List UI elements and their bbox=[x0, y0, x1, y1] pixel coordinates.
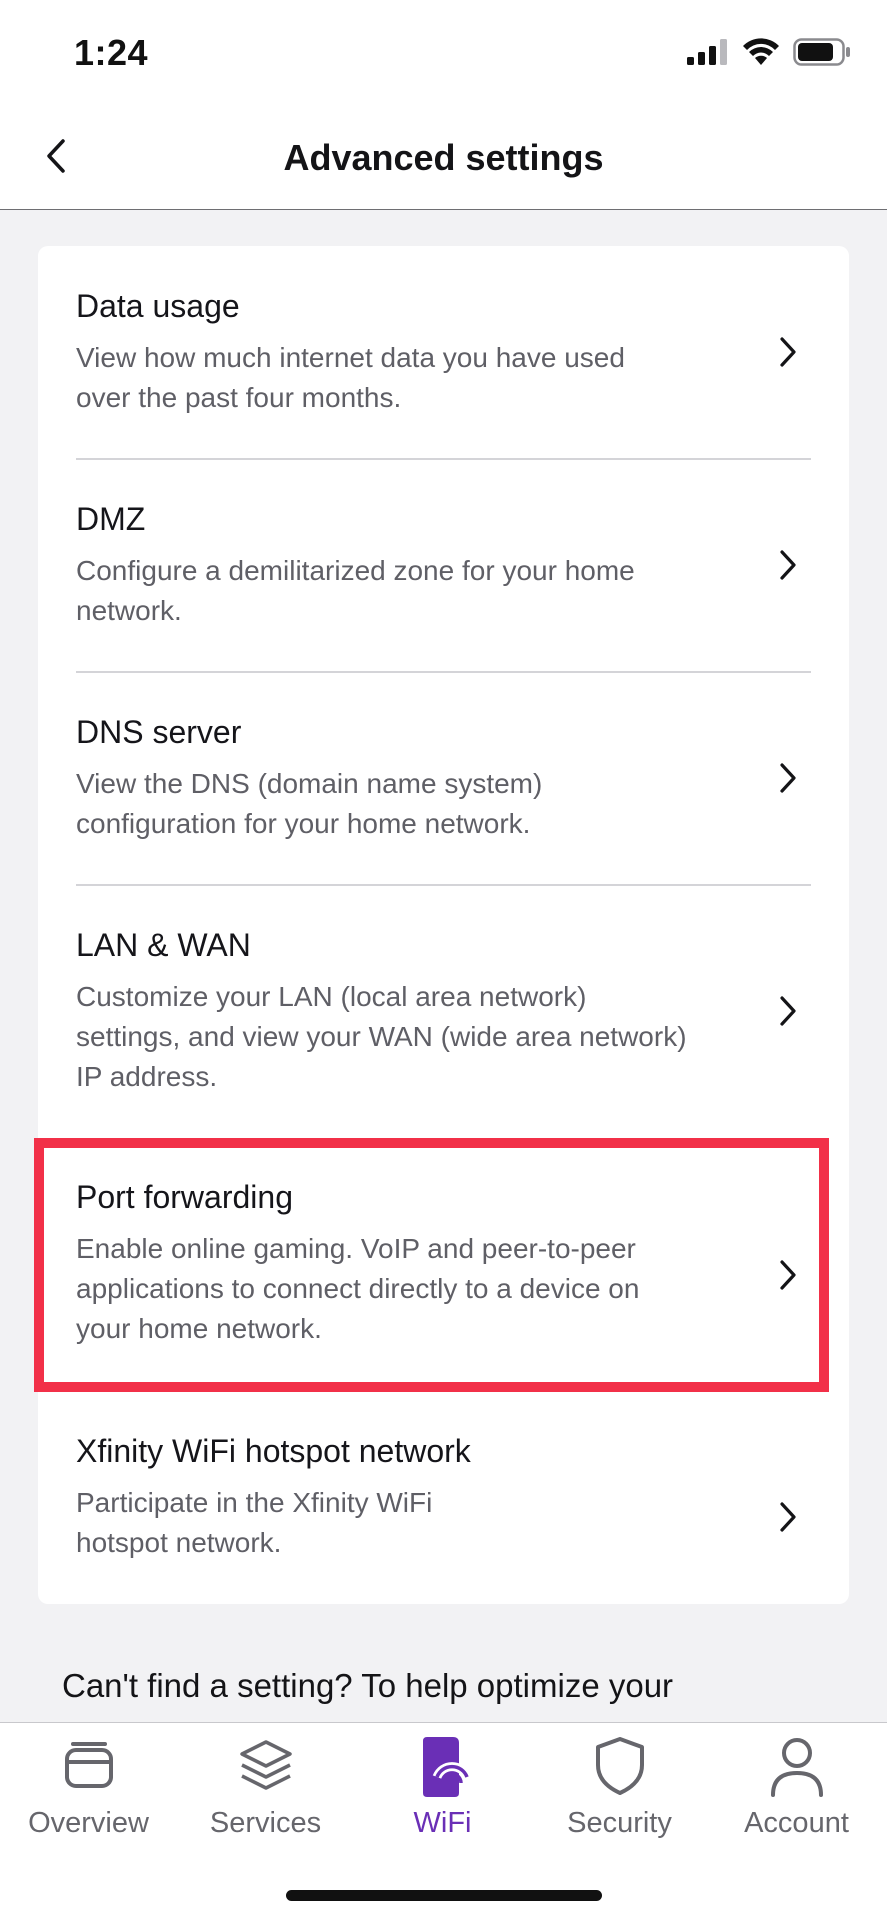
wifi-signal-icon bbox=[743, 38, 779, 65]
chevron-right-icon bbox=[773, 545, 803, 585]
nav-label: Security bbox=[567, 1807, 672, 1839]
nav-item-services[interactable]: Services bbox=[177, 1733, 354, 1853]
setting-description: Participate in the Xfinity WiFi hotspot … bbox=[76, 1487, 433, 1558]
status-bar: 1:24 bbox=[0, 0, 887, 110]
setting-title: Data usage bbox=[76, 288, 240, 324]
setting-description: Configure a demilitarized zone for your … bbox=[76, 555, 635, 626]
setting-row-xfinity-wifi-hotspot[interactable]: Xfinity WiFi hotspot network Participate… bbox=[38, 1393, 849, 1604]
setting-description: Enable online gaming. VoIP and peer-to-p… bbox=[76, 1233, 640, 1344]
nav-label: Overview bbox=[28, 1807, 149, 1839]
chevron-right-icon bbox=[773, 758, 803, 798]
cellular-signal-icon bbox=[687, 39, 727, 65]
setting-description: Customize your LAN (local area network) … bbox=[76, 981, 687, 1092]
setting-row-dmz[interactable]: DMZ Configure a demilitarized zone for y… bbox=[38, 459, 849, 671]
page-title: Advanced settings bbox=[283, 137, 604, 178]
header: Advanced settings bbox=[0, 110, 887, 210]
setting-title: Xfinity WiFi hotspot network bbox=[76, 1433, 471, 1469]
help-text: Can't find a setting? To help optimize y… bbox=[62, 1667, 674, 1704]
status-icons bbox=[687, 38, 851, 66]
setting-title: LAN & WAN bbox=[76, 927, 251, 963]
nav-item-security[interactable]: Security bbox=[531, 1733, 708, 1853]
setting-row-dns-server[interactable]: DNS server View the DNS (domain name sys… bbox=[38, 672, 849, 884]
nav-item-wifi[interactable]: WiFi bbox=[354, 1733, 531, 1853]
nav-label: Account bbox=[744, 1807, 849, 1839]
setting-row-port-forwarding[interactable]: Port forwarding Enable online gaming. Vo… bbox=[38, 1139, 849, 1393]
chevron-right-icon bbox=[773, 332, 803, 372]
setting-title: DNS server bbox=[76, 714, 242, 750]
chevron-right-icon bbox=[773, 1497, 803, 1537]
nav-item-account[interactable]: Account bbox=[708, 1733, 885, 1853]
settings-card: Data usage View how much internet data y… bbox=[38, 246, 849, 1604]
layers-icon bbox=[234, 1733, 298, 1799]
nav-label: Services bbox=[209, 1807, 322, 1839]
wifi-router-icon bbox=[411, 1733, 475, 1799]
setting-row-data-usage[interactable]: Data usage View how much internet data y… bbox=[38, 246, 849, 458]
nav-label: WiFi bbox=[413, 1807, 472, 1839]
shield-icon bbox=[588, 1733, 652, 1799]
chevron-right-icon bbox=[773, 991, 803, 1031]
person-icon bbox=[765, 1733, 829, 1799]
home-indicator bbox=[286, 1890, 602, 1901]
setting-description: View the DNS (domain name system) config… bbox=[76, 768, 543, 839]
setting-description: View how much internet data you have use… bbox=[76, 342, 625, 413]
chevron-right-icon bbox=[773, 1255, 803, 1295]
nav-item-overview[interactable]: Overview bbox=[0, 1733, 177, 1853]
setting-title: Port forwarding bbox=[76, 1179, 293, 1215]
overview-icon bbox=[57, 1733, 121, 1799]
status-time: 1:24 bbox=[74, 32, 149, 73]
setting-title: DMZ bbox=[76, 501, 146, 537]
battery-icon bbox=[793, 38, 850, 66]
setting-row-lan-wan[interactable]: LAN & WAN Customize your LAN (local area… bbox=[38, 885, 849, 1139]
